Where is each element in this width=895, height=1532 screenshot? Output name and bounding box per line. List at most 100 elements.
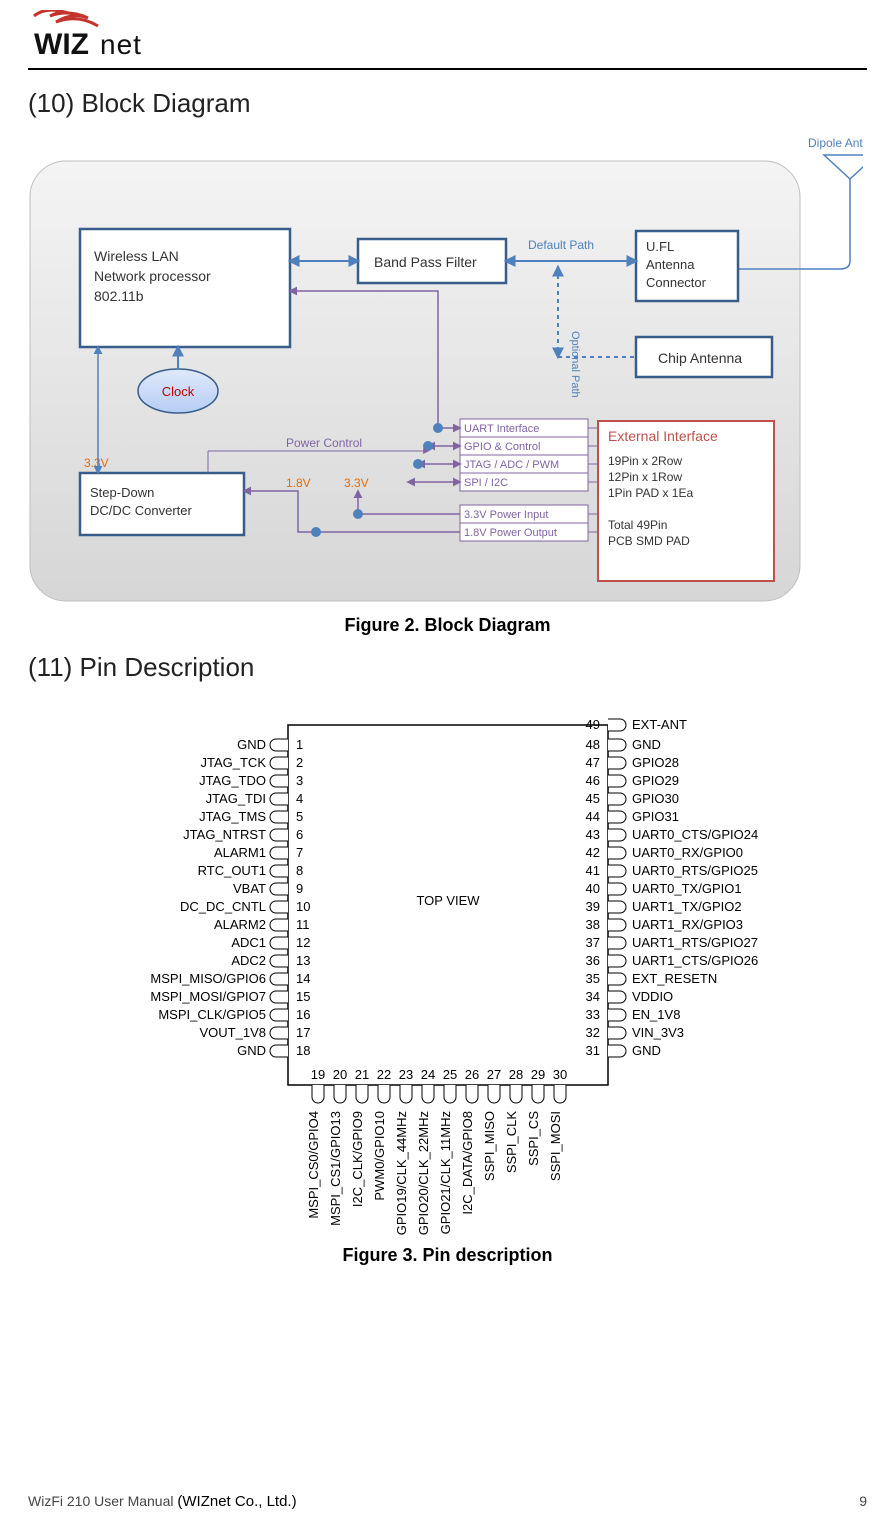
default-path-label: Default Path <box>528 238 594 252</box>
svg-text:SSPI_MOSI: SSPI_MOSI <box>548 1111 563 1181</box>
svg-text:9: 9 <box>296 881 303 896</box>
svg-text:MSPI_CS1/GPIO13: MSPI_CS1/GPIO13 <box>328 1111 343 1226</box>
svg-text:34: 34 <box>585 989 599 1004</box>
svg-text:UART0_CTS/GPIO24: UART0_CTS/GPIO24 <box>632 827 758 842</box>
svg-text:JTAG_TCK: JTAG_TCK <box>200 755 266 770</box>
svg-text:38: 38 <box>585 917 599 932</box>
pin-diagram: TOP VIEW 1GND2JTAG_TCK3JTAG_TDO4JTAG_TDI… <box>28 695 867 1235</box>
svg-text:GPIO30: GPIO30 <box>632 791 679 806</box>
svg-text:JTAG / ADC / PWM: JTAG / ADC / PWM <box>464 459 559 471</box>
chip-antenna-box: Chip Antenna <box>658 350 742 366</box>
bpf-box: Band Pass Filter <box>374 254 477 270</box>
svg-text:GND: GND <box>237 1043 266 1058</box>
svg-text:JTAG_TMS: JTAG_TMS <box>199 809 266 824</box>
svg-text:26: 26 <box>464 1067 478 1082</box>
figure-3-caption: Figure 3. Pin description <box>28 1245 867 1266</box>
svg-text:EXT-ANT: EXT-ANT <box>632 717 687 732</box>
svg-text:16: 16 <box>296 1007 310 1022</box>
svg-text:I2C_CLK/GPIO9: I2C_CLK/GPIO9 <box>350 1111 365 1207</box>
svg-text:25: 25 <box>442 1067 456 1082</box>
svg-text:8: 8 <box>296 863 303 878</box>
svg-text:3.3V Power Input: 3.3V Power Input <box>464 509 548 521</box>
svg-text:7: 7 <box>296 845 303 860</box>
svg-text:JTAG_TDI: JTAG_TDI <box>205 791 265 806</box>
svg-text:PWM0/GPIO10: PWM0/GPIO10 <box>372 1111 387 1201</box>
block-diagram: Dipole Antenna Wireless LAN Network proc… <box>28 131 863 611</box>
svg-text:5: 5 <box>296 809 303 824</box>
ext-if-title: External Interface <box>608 428 718 444</box>
footer-manual: WizFi 210 User Manual <box>28 1493 177 1509</box>
svg-text:48: 48 <box>585 737 599 752</box>
svg-text:SSPI_MISO: SSPI_MISO <box>482 1111 497 1181</box>
svg-text:49: 49 <box>585 717 599 732</box>
svg-text:29: 29 <box>530 1067 544 1082</box>
svg-text:VOUT_1V8: VOUT_1V8 <box>199 1025 265 1040</box>
svg-text:14: 14 <box>296 971 310 986</box>
svg-text:30: 30 <box>552 1067 566 1082</box>
svg-text:VDDIO: VDDIO <box>632 989 673 1004</box>
svg-text:ADC1: ADC1 <box>231 935 266 950</box>
svg-text:10: 10 <box>296 899 310 914</box>
svg-text:VIN_3V3: VIN_3V3 <box>632 1025 684 1040</box>
svg-text:2: 2 <box>296 755 303 770</box>
svg-text:41: 41 <box>585 863 599 878</box>
svg-text:GPIO28: GPIO28 <box>632 755 679 770</box>
svg-text:ADC2: ADC2 <box>231 953 266 968</box>
dipole-label: Dipole Antenna <box>808 136 863 150</box>
svg-text:DC_DC_CNTL: DC_DC_CNTL <box>180 899 266 914</box>
svg-text:40: 40 <box>585 881 599 896</box>
svg-text:18: 18 <box>296 1043 310 1058</box>
svg-text:1: 1 <box>296 737 303 752</box>
svg-text:net: net <box>100 29 142 60</box>
svg-text:UART Interface: UART Interface <box>464 423 539 435</box>
svg-text:12: 12 <box>296 935 310 950</box>
svg-text:UART0_RTS/GPIO25: UART0_RTS/GPIO25 <box>632 863 758 878</box>
svg-text:SSPI_CS: SSPI_CS <box>526 1111 541 1166</box>
svg-text:36: 36 <box>585 953 599 968</box>
svg-text:GPIO31: GPIO31 <box>632 809 679 824</box>
optional-path-label: Optional Path <box>569 331 581 398</box>
page-footer: WizFi 210 User Manual (WIZnet Co., Ltd.)… <box>28 1493 867 1510</box>
svg-text:ALARM2: ALARM2 <box>213 917 265 932</box>
svg-text:GPIO29: GPIO29 <box>632 773 679 788</box>
svg-text:MSPI_CLK/GPIO5: MSPI_CLK/GPIO5 <box>158 1007 266 1022</box>
svg-text:45: 45 <box>585 791 599 806</box>
svg-text:MSPI_MISO/GPIO6: MSPI_MISO/GPIO6 <box>150 971 266 986</box>
svg-text:3.3V: 3.3V <box>344 476 369 490</box>
footer-company: (WIZnet Co., Ltd.) <box>177 1493 296 1510</box>
svg-text:22: 22 <box>376 1067 390 1082</box>
figure-2-caption: Figure 2. Block Diagram <box>28 615 867 636</box>
svg-text:UART0_RX/GPIO0: UART0_RX/GPIO0 <box>632 845 743 860</box>
svg-text:I2C_DATA/GPIO8: I2C_DATA/GPIO8 <box>460 1111 475 1215</box>
svg-text:VBAT: VBAT <box>233 881 266 896</box>
svg-text:42: 42 <box>585 845 599 860</box>
clock-oval: Clock <box>162 384 195 399</box>
svg-text:GPIO & Control: GPIO & Control <box>464 441 540 453</box>
svg-text:UART1_RX/GPIO3: UART1_RX/GPIO3 <box>632 917 743 932</box>
svg-text:33: 33 <box>585 1007 599 1022</box>
svg-text:6: 6 <box>296 827 303 842</box>
svg-text:46: 46 <box>585 773 599 788</box>
svg-text:44: 44 <box>585 809 599 824</box>
top-view-label: TOP VIEW <box>416 893 480 908</box>
svg-text:GPIO20/CLK_22MHz: GPIO20/CLK_22MHz <box>416 1111 431 1235</box>
section-11-heading: (11) Pin Description <box>28 652 867 683</box>
svg-text:WIZ: WIZ <box>34 28 89 61</box>
svg-text:GND: GND <box>632 737 661 752</box>
svg-text:SPI / I2C: SPI / I2C <box>464 477 508 489</box>
svg-text:UART1_RTS/GPIO27: UART1_RTS/GPIO27 <box>632 935 758 950</box>
svg-text:28: 28 <box>508 1067 522 1082</box>
svg-text:GND: GND <box>237 737 266 752</box>
svg-text:19: 19 <box>310 1067 324 1082</box>
svg-text:43: 43 <box>585 827 599 842</box>
svg-text:UART1_TX/GPIO2: UART1_TX/GPIO2 <box>632 899 742 914</box>
svg-text:UART1_CTS/GPIO26: UART1_CTS/GPIO26 <box>632 953 758 968</box>
svg-text:JTAG_NTRST: JTAG_NTRST <box>183 827 266 842</box>
svg-text:32: 32 <box>585 1025 599 1040</box>
svg-text:RTC_OUT1: RTC_OUT1 <box>197 863 265 878</box>
svg-text:15: 15 <box>296 989 310 1004</box>
svg-text:SSPI_CLK: SSPI_CLK <box>504 1111 519 1173</box>
section-10-heading: (10) Block Diagram <box>28 88 867 119</box>
svg-text:ALARM1: ALARM1 <box>213 845 265 860</box>
svg-text:JTAG_TDO: JTAG_TDO <box>199 773 266 788</box>
